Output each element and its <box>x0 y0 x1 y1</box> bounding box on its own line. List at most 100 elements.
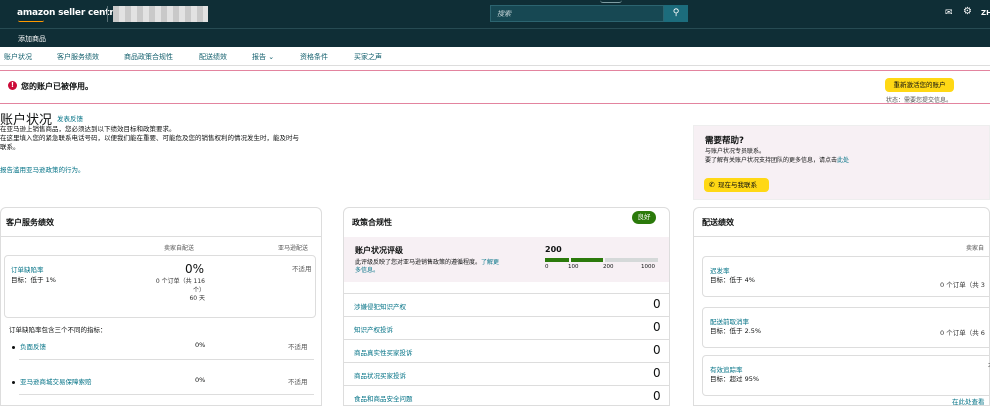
nav-reports[interactable]: 报告 ⌄ <box>252 52 274 62</box>
nav-policy-compliance[interactable]: 商品政策合规性 <box>124 52 173 62</box>
alert-status: 状态：需要您提交信息。 <box>886 97 953 104</box>
odr-target: 目标：低于 1% <box>11 276 56 284</box>
ip-complaints-link[interactable]: 知识产权投诉 <box>354 324 393 334</box>
rating-value: 200 <box>545 245 562 254</box>
card-title: 客户服务绩效 <box>6 218 54 227</box>
gear-icon[interactable]: ⚙ <box>963 6 972 17</box>
column-seller-fulfilled: 卖家自配送 <box>164 245 195 252</box>
list-item: 亚马逊商城交易保障索赔 0% 不适用 <box>12 376 308 386</box>
learn-more-link[interactable]: 了解更 <box>481 259 499 266</box>
language-selector[interactable]: ZH <box>981 9 990 17</box>
contact-me-label: 现在与我联系 <box>718 181 757 189</box>
feedback-link[interactable]: 发表反馈 <box>57 113 83 123</box>
shortcut-bar: 添加商品 <box>0 28 990 47</box>
policy-item-link[interactable]: 商品状况买家投诉 <box>354 372 406 380</box>
amazon-value: 不适用 <box>288 378 308 386</box>
cancellation-rate-row: 配送前取消率 目标：低于 2.5% 0 个订单（共 6 <box>702 307 990 348</box>
list-item: 涉嫌侵犯知识产权 0 <box>344 293 669 315</box>
header-divider <box>107 6 108 22</box>
phone-icon: ✆ <box>709 181 715 189</box>
list-item: 商品状况买家投诉 0 <box>344 362 669 384</box>
rating-bar-segment <box>545 258 569 262</box>
help-line: 与账户状况专员联系。 <box>705 148 766 155</box>
reactivate-account-button[interactable]: 重新激活您的账户 <box>885 78 954 92</box>
metric-target: 目标：超过 95% <box>710 375 760 383</box>
policy-item-value: 0 <box>653 343 661 357</box>
cursor-mark <box>600 0 622 3</box>
metric-target: 目标：低于 4% <box>710 276 755 284</box>
report-abuse-link[interactable]: 报告滥用亚马逊政策的行为。 <box>0 164 85 174</box>
scale-tick: 200 <box>603 264 614 270</box>
view-more-link[interactable]: 在此处查看 <box>952 396 985 406</box>
odr-count-line: 个） <box>192 286 205 294</box>
help-here-link[interactable]: 此处 <box>837 157 849 164</box>
scale-tick: 0 <box>545 264 549 270</box>
deactivation-alert: ! 您的账户已被停用。 重新激活您的账户 状态：需要您提交信息。 <box>0 70 990 104</box>
rating-bar-segment <box>605 258 658 262</box>
customer-service-card: 客户服务绩效 卖家自配送 亚马逊配送 订单缺陷率 目标：低于 1% 0% 0 个… <box>0 207 322 406</box>
bullet <box>12 380 15 384</box>
add-product-link[interactable]: 添加商品 <box>18 34 46 44</box>
mail-icon[interactable]: ✉ <box>945 8 953 18</box>
metric-count: 0 个订单（共 3 <box>940 281 985 289</box>
search-icon[interactable]: ⚲ <box>664 5 688 22</box>
rating-title: 账户状况评级 <box>355 246 403 255</box>
policy-item-value: 0 <box>653 297 661 311</box>
food-safety-link[interactable]: 食品和商品安全问题 <box>354 393 413 403</box>
authenticity-complaints-link[interactable]: 商品真实性买家投诉 <box>354 347 413 357</box>
policy-item-link[interactable]: 商品真实性买家投诉 <box>354 349 413 357</box>
account-name-redacted[interactable] <box>113 6 208 22</box>
policy-item-value: 0 <box>653 389 661 403</box>
a-to-z-claims-link[interactable]: 亚马逊商城交易保障索赔 <box>20 378 92 386</box>
contact-me-button[interactable]: ✆ 现在与我联系 <box>704 178 769 192</box>
card-title: 配送绩效 <box>702 218 734 227</box>
list-item: 商品真实性买家投诉 0 <box>344 339 669 361</box>
odr-days: 60 天 <box>189 295 205 302</box>
desc-line: 在亚马逊上销售商品，您必须达到以下绩效目标和政策要求。 <box>0 125 176 133</box>
column-seller-fulfilled: 卖家自 <box>966 245 985 252</box>
odr-value: 0% <box>185 262 205 276</box>
policy-compliance-card: 政策合规性 账户状况评级 此评级反映了您对亚马逊销售政策的遵循程度。了解更多信息… <box>343 207 670 406</box>
nav-voice-of-customer[interactable]: 买家之声 <box>354 52 382 62</box>
rating-bar-segment <box>571 258 603 262</box>
odr-count-line: 0 个订单（共 116 <box>155 278 205 285</box>
scale-tick: 1000 <box>641 264 655 270</box>
nav-shipping[interactable]: 配送绩效 <box>199 52 227 62</box>
odr-link[interactable]: 订单缺陷率 <box>11 264 44 274</box>
metric-count: 0 个订单（共 6 <box>940 329 985 337</box>
policy-item-link[interactable]: 知识产权投诉 <box>354 326 393 334</box>
help-line-text: 要了解有关账户状况支持团队的更多信息，请点击 <box>705 156 838 164</box>
list-item: 食品和商品安全问题 0 <box>344 385 669 407</box>
late-shipment-row: 迟发率 目标：低于 4% 0 个订单（共 3 <box>702 256 990 297</box>
divider <box>19 359 314 360</box>
search-input[interactable]: 搜索 <box>490 5 664 22</box>
help-line: 要了解有关账户状况支持团队的更多信息，请点击此处 <box>705 157 849 166</box>
bullet <box>12 345 15 349</box>
scale-tick: 100 <box>568 264 579 270</box>
negative-feedback-link[interactable]: 负面反馈 <box>20 343 46 351</box>
policy-item-link[interactable]: 食品和商品安全问题 <box>354 395 413 403</box>
column-amazon-fulfilled: 亚马逊配送 <box>278 245 309 252</box>
rating-description: 此评级反映了您对亚马逊销售政策的遵循程度。了解更多信息。 <box>355 259 535 275</box>
desc-line: 联系。 <box>0 143 20 151</box>
shipping-performance-card: 配送绩效 卖家自 迟发率 目标：低于 4% 0 个订单（共 3 配送前取消率 目… <box>693 207 990 406</box>
policy-item-link[interactable]: 涉嫌侵犯知识产权 <box>354 303 406 311</box>
nav-customer-service[interactable]: 客户服务绩效 <box>57 52 99 62</box>
ip-suspected-link[interactable]: 涉嫌侵犯知识产权 <box>354 301 406 311</box>
rating-desc-text: 此评级反映了您对亚马逊销售政策的遵循程度。 <box>355 259 482 266</box>
seller-value: 0% <box>195 341 206 349</box>
nav-account-health[interactable]: 账户状况 <box>4 52 32 62</box>
odr-amazon-value: 不适用 <box>292 265 312 273</box>
odr-metrics-heading: 订单缺陷率包含三个不同的指标： <box>9 326 107 334</box>
card-title: 政策合规性 <box>352 218 392 227</box>
learn-more-link[interactable]: 多信息。 <box>355 267 379 274</box>
metric-target: 目标：低于 2.5% <box>710 327 762 335</box>
help-title: 需要帮助? <box>705 136 744 146</box>
divider <box>694 236 989 237</box>
valid-tracking-row: 有效追踪率 目标：超过 95% 不 <box>702 355 990 396</box>
condition-complaints-link[interactable]: 商品状况买家投诉 <box>354 370 406 380</box>
alert-text: 您的账户已被停用。 <box>21 82 93 91</box>
nav-eligibility[interactable]: 资格条件 <box>300 52 328 62</box>
status-badge: 良好 <box>632 211 656 224</box>
policy-item-value: 0 <box>653 320 661 334</box>
